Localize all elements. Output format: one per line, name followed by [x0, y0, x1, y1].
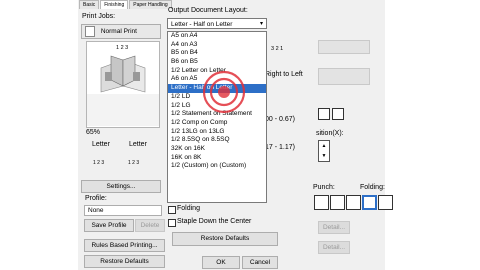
rules-based-printing-button[interactable]: Rules Based Printing... [84, 239, 165, 252]
tab-paper-handling[interactable]: Paper Handling [129, 0, 172, 9]
chevron-down-icon: ▾ [259, 21, 263, 27]
source-page-order: 1 2 3 [93, 160, 105, 166]
normal-print-label: Normal Print [100, 28, 137, 35]
tab-finishing[interactable]: Finishing [100, 0, 129, 9]
staple-center-label: Staple Down the Center [177, 218, 252, 225]
option-half-custom[interactable]: 1/2 (Custom) on (Custom) [168, 162, 266, 171]
save-profile-button[interactable]: Save Profile [84, 219, 134, 232]
punch-option-1-icon[interactable] [314, 195, 329, 210]
output-layout-label: Output Document Layout: [168, 7, 248, 14]
punch-option-2-icon[interactable] [330, 195, 345, 210]
print-jobs-label: Print Jobs: [82, 13, 116, 20]
option-b6-on-b5[interactable]: B6 on B5 [168, 58, 266, 67]
output-layout-value: Letter - Half on Letter [171, 21, 233, 28]
option-half-13lg[interactable]: 1/2 13LG on 13LG [168, 128, 266, 137]
folding-checkbox[interactable] [168, 206, 176, 214]
folding-label: Folding: [360, 184, 385, 191]
profile-select[interactable]: None [84, 205, 162, 216]
range-text-2: 17 - 1.17) [265, 144, 295, 151]
restore-defaults-center-button[interactable]: Restore Defaults [172, 232, 278, 246]
cancel-button[interactable]: Cancel [242, 256, 278, 269]
option-b5-on-b4[interactable]: B5 on B4 [168, 49, 266, 58]
source-paper-label: Letter [92, 141, 110, 148]
settings-button[interactable]: Settings... [81, 180, 161, 193]
spinner-down-icon[interactable]: ▼ [319, 151, 329, 161]
booklet-preview-image [100, 55, 146, 93]
page-order-hint: 3 2 1 [271, 46, 284, 52]
printer-icon [85, 26, 95, 37]
punch-label: Punch: [313, 184, 335, 191]
zoom-value: 65% [86, 129, 101, 136]
fold-option-2-icon[interactable] [378, 195, 393, 210]
normal-print-button[interactable]: Normal Print [81, 24, 161, 39]
option-half-comp[interactable]: 1/2 Comp on Comp [168, 119, 266, 128]
option-half-statement[interactable]: 1/2 Statement on Statement [168, 110, 266, 119]
restore-defaults-left-button[interactable]: Restore Defaults [84, 255, 165, 268]
option-letter-half-on-letter[interactable]: Letter - Half on Letter [168, 84, 266, 93]
option-16k-on-8k[interactable]: 16K on 8K [168, 154, 266, 163]
tab-strip: Basic Finishing Paper Handling [79, 0, 173, 9]
position-label: sition(X): [316, 130, 344, 137]
tab-basic[interactable]: Basic [79, 0, 100, 9]
option-half-8-5sq[interactable]: 1/2 8.5SQ on 8.5SQ [168, 136, 266, 145]
staple-center-checkbox[interactable] [168, 219, 176, 227]
option-half-ld[interactable]: 1/2 LD [168, 93, 266, 102]
spinner-up-icon[interactable]: ▲ [319, 141, 329, 151]
output-paper-label: Letter [129, 141, 147, 148]
profile-label: Profile: [85, 195, 107, 202]
preview-lower-area [87, 94, 159, 126]
delete-profile-button[interactable]: Delete [135, 219, 165, 232]
output-page-order: 1 2 3 [128, 160, 140, 166]
option-half-lg[interactable]: 1/2 LG [168, 102, 266, 111]
folding-checkbox-label: Folding [177, 205, 200, 212]
option-a4-on-a3[interactable]: A4 on A3 [168, 41, 266, 50]
position-spinner[interactable]: ▲ ▼ [318, 140, 330, 162]
punch-option-3-icon[interactable] [346, 195, 361, 210]
binding-left-icon[interactable] [318, 108, 330, 120]
binding-right-icon[interactable] [332, 108, 344, 120]
option-half-letter-on-letter[interactable]: 1/2 Letter on Letter [168, 67, 266, 76]
right-to-left-option[interactable]: Right to Left [265, 71, 303, 78]
ok-button[interactable]: OK [202, 256, 240, 269]
output-layout-dropdown-list[interactable]: A5 on A4 A4 on A3 B5 on B4 B6 on B5 1/2 … [167, 31, 267, 203]
disabled-control-1[interactable] [318, 40, 370, 54]
layout-preview: 1 2 3 [86, 41, 160, 128]
option-a6-on-a5[interactable]: A6 on A5 [168, 75, 266, 84]
punch-detail-button[interactable]: Detail... [318, 221, 350, 234]
option-32k-on-16k[interactable]: 32K on 16K [168, 145, 266, 154]
fold-option-selected-icon[interactable] [362, 195, 377, 210]
disabled-control-2[interactable] [318, 68, 370, 85]
option-a5-on-a4[interactable]: A5 on A4 [168, 32, 266, 41]
range-text-1: 00 - 0.67) [265, 116, 295, 123]
fold-detail-button[interactable]: Detail... [318, 241, 350, 254]
output-layout-select[interactable]: Letter - Half on Letter ▾ [167, 18, 267, 29]
